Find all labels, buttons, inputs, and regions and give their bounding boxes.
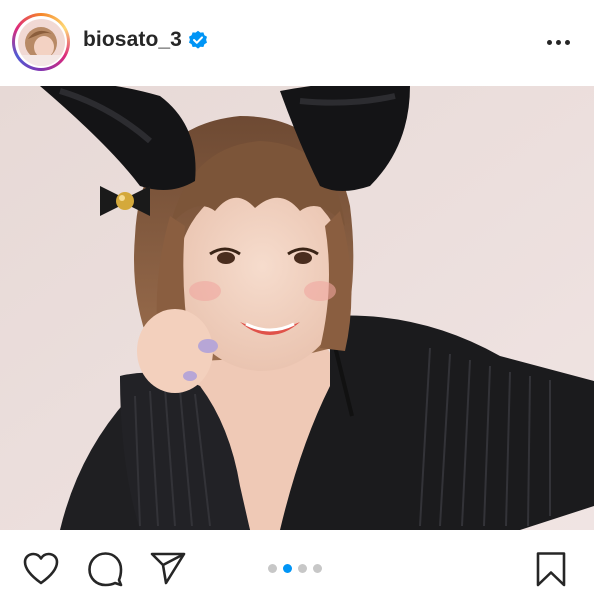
- carousel-dot: [268, 564, 277, 573]
- avatar: [17, 18, 65, 66]
- post-header: biosato_3: [0, 0, 594, 86]
- heart-icon: [23, 552, 59, 585]
- comment-button[interactable]: [86, 550, 124, 588]
- post-photo[interactable]: [0, 86, 594, 530]
- carousel-indicator: [268, 564, 322, 573]
- paper-plane-icon: [150, 552, 186, 585]
- save-button[interactable]: [532, 550, 570, 588]
- action-bar: [0, 530, 594, 600]
- comment-bubble-icon: [88, 552, 123, 587]
- avatar-border: [15, 16, 67, 68]
- like-button[interactable]: [22, 550, 60, 588]
- photo-illustration: [0, 86, 594, 530]
- carousel-dot: [298, 564, 307, 573]
- more-options-icon[interactable]: [543, 30, 573, 54]
- instagram-post: biosato_3: [0, 0, 594, 600]
- share-button[interactable]: [149, 550, 187, 588]
- carousel-dot: [313, 564, 322, 573]
- username-group: biosato_3: [83, 28, 208, 52]
- more-dot: [546, 39, 552, 45]
- more-dot: [564, 39, 570, 45]
- verified-badge-icon: [188, 30, 207, 49]
- carousel-dot-active: [283, 564, 292, 573]
- username[interactable]: biosato_3: [83, 28, 182, 52]
- more-dot: [555, 39, 561, 45]
- story-ring[interactable]: [12, 13, 70, 71]
- bookmark-icon: [536, 552, 566, 587]
